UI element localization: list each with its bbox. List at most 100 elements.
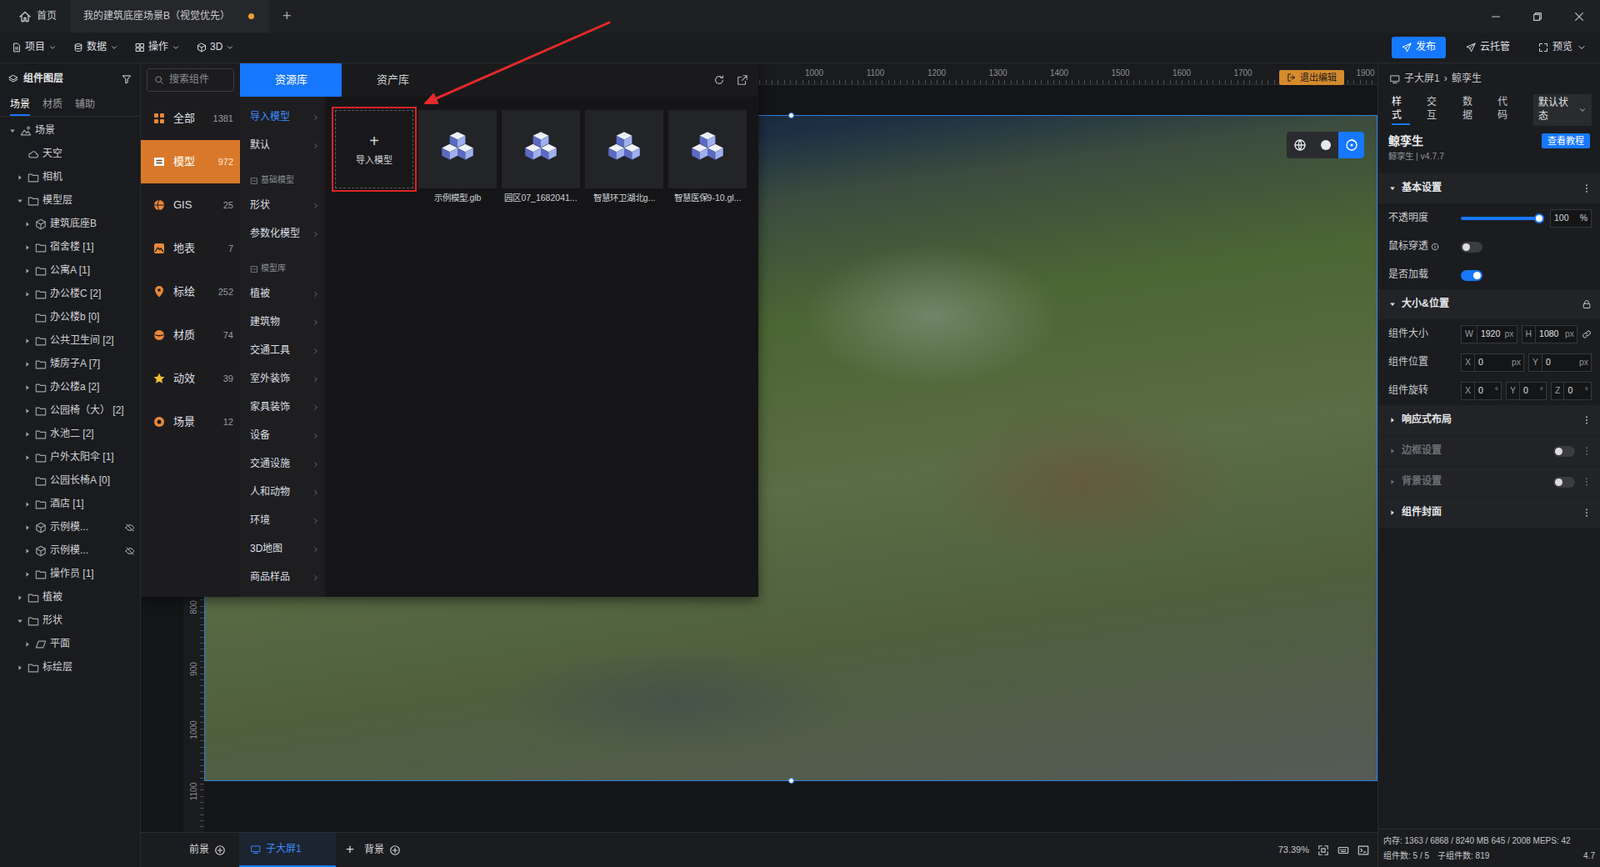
expand-caret-icon[interactable] xyxy=(23,570,32,579)
field-value[interactable]: 1080 xyxy=(1535,328,1565,340)
layers-tab[interactable]: 辅助 xyxy=(75,95,95,116)
expand-caret-icon[interactable] xyxy=(23,640,32,649)
tree-label[interactable]: 场景 xyxy=(35,124,55,138)
subcategory-item[interactable]: 形状 xyxy=(240,191,325,220)
close-icon[interactable] xyxy=(1573,10,1585,23)
subcategory-label[interactable]: 室外装饰 xyxy=(250,372,290,386)
tree-label[interactable]: 矮房子A [7] xyxy=(50,357,100,371)
background-label[interactable]: 背景 xyxy=(364,843,385,857)
add-foreground-icon[interactable] xyxy=(214,844,226,856)
model-thumbnail[interactable] xyxy=(418,110,497,189)
subcategory-label[interactable]: 家具装饰 xyxy=(250,400,290,415)
expand-caret-icon[interactable] xyxy=(15,173,25,182)
collapse-caret-icon[interactable] xyxy=(15,196,25,205)
section-title[interactable]: 边框设置 xyxy=(1401,444,1442,458)
menu-label[interactable]: 数据 xyxy=(86,40,107,55)
keyboard-icon[interactable] xyxy=(1337,844,1350,856)
tree-label[interactable]: 水池二 [2] xyxy=(50,427,95,441)
subcategory-item[interactable]: 商品样品 xyxy=(240,563,325,592)
subcategory-item[interactable]: 设备 xyxy=(240,421,325,450)
state-label[interactable]: 默认状态 xyxy=(1538,96,1575,123)
link-icon[interactable] xyxy=(1581,329,1592,340)
model-card[interactable]: 智慧医保9-10.gl... xyxy=(668,110,747,205)
toolbar-menu[interactable]: 项目 xyxy=(8,40,64,55)
tree-item[interactable]: 植被 xyxy=(0,585,140,610)
tree-label[interactable]: 相机 xyxy=(42,170,63,185)
menu-label[interactable]: 操作 xyxy=(148,40,169,55)
collapse-caret-icon[interactable] xyxy=(15,616,25,625)
screen-label[interactable]: 子大屏1 xyxy=(265,842,302,856)
section-header[interactable]: 背景设置 xyxy=(1378,466,1600,497)
tree-item[interactable]: 相机 xyxy=(0,165,140,190)
tree-label[interactable]: 办公楼a [2] xyxy=(50,380,100,395)
opacity-input[interactable]: 100% xyxy=(1550,209,1592,228)
subcategory-item[interactable]: 交通设施 xyxy=(240,450,325,479)
tree-item[interactable]: 建筑底座B xyxy=(0,212,140,236)
tree-label[interactable]: 操作员 [1] xyxy=(50,567,95,581)
subcategory-label[interactable]: 交通设施 xyxy=(250,457,290,471)
section-toggle[interactable] xyxy=(1553,445,1575,457)
section-header[interactable]: 组件封面 xyxy=(1378,497,1600,528)
menu-label[interactable]: 3D xyxy=(210,40,223,55)
tree-item[interactable]: 宿舍楼 [1] xyxy=(0,235,140,260)
tree-item[interactable]: 水池二 [2] xyxy=(0,422,140,446)
tree-item[interactable]: 操作员 [1] xyxy=(0,562,140,586)
subcategory-label[interactable]: 植被 xyxy=(250,287,270,301)
category-item[interactable]: 动效39 xyxy=(140,356,240,400)
category-label[interactable]: 地表 xyxy=(173,241,195,256)
subcategory-item[interactable]: 家具装饰 xyxy=(240,393,325,422)
subcategory-section[interactable]: 模型库 xyxy=(240,248,325,280)
category-label[interactable]: 模型 xyxy=(173,155,195,170)
tree-item[interactable]: 天空 xyxy=(0,142,140,166)
expand-caret-icon[interactable] xyxy=(15,593,25,602)
expand-caret-icon[interactable] xyxy=(23,336,32,345)
eye-off-icon[interactable] xyxy=(125,545,135,556)
expand-caret-icon[interactable] xyxy=(23,523,32,532)
subcategory-section[interactable]: 基础模型 xyxy=(240,160,325,192)
import-label[interactable]: 导入模型 xyxy=(355,154,393,166)
tree-label[interactable]: 公园椅（大） [2] xyxy=(50,404,125,418)
subcategory-item[interactable]: 植被 xyxy=(240,280,325,309)
model-label[interactable]: 智慧环卫湖北g... xyxy=(585,192,664,205)
tree-label[interactable]: 办公楼C [2] xyxy=(50,287,101,301)
toolbar-action[interactable]: 云托管 xyxy=(1457,37,1519,58)
more-icon[interactable] xyxy=(1581,415,1592,425)
subcategory-label[interactable]: 导入模型 xyxy=(250,110,290,125)
tree-item[interactable]: 标绘层 xyxy=(0,655,140,680)
expand-caret-icon[interactable] xyxy=(23,453,32,462)
tree-item[interactable]: 示例模... xyxy=(0,539,140,563)
exit-edit-label[interactable]: 退出编辑 xyxy=(1300,71,1337,84)
tree-label[interactable]: 示例模... xyxy=(50,544,89,558)
model-card[interactable]: +导入模型 xyxy=(335,110,414,189)
more-icon[interactable] xyxy=(1581,476,1592,487)
fit-screen-icon[interactable] xyxy=(1317,844,1330,856)
collapse-box-icon[interactable] xyxy=(250,176,259,185)
subcategory-label[interactable]: 参数化模型 xyxy=(250,227,300,241)
subcategory-label[interactable]: 设备 xyxy=(250,429,270,443)
model-thumbnail[interactable] xyxy=(501,110,580,189)
console-icon[interactable] xyxy=(1357,844,1370,856)
tree-item[interactable]: 酒店 [1] xyxy=(0,492,140,516)
expand-caret-icon[interactable] xyxy=(1388,508,1397,517)
section-header[interactable]: 边框设置 xyxy=(1378,435,1600,466)
action-label[interactable]: 发布 xyxy=(1415,40,1436,55)
expand-caret-icon[interactable] xyxy=(1388,477,1397,486)
expand-caret-icon[interactable] xyxy=(23,406,32,415)
model-thumbnail[interactable] xyxy=(668,110,747,189)
subcategory-item[interactable]: 3D地图 xyxy=(240,535,325,564)
subcategory-label[interactable]: 默认 xyxy=(250,139,270,153)
filter-button[interactable] xyxy=(121,74,132,85)
field-value[interactable]: 1920 xyxy=(1477,328,1505,340)
subcategory-label[interactable]: 商品样品 xyxy=(250,570,290,585)
toggle-switch[interactable] xyxy=(1460,270,1483,281)
background-layer[interactable]: 背景 xyxy=(364,832,401,867)
tree-label[interactable]: 户外太阳伞 [1] xyxy=(50,450,115,465)
property-tab[interactable]: 代码 xyxy=(1497,95,1516,125)
tree-label[interactable]: 酒店 [1] xyxy=(50,497,85,511)
tab-label[interactable]: 首页 xyxy=(36,10,57,24)
category-label[interactable]: 动效 xyxy=(173,371,195,386)
chevron-down-icon[interactable] xyxy=(1576,42,1587,53)
category-label[interactable]: GIS xyxy=(173,198,192,213)
category-item[interactable]: GIS25 xyxy=(140,183,240,227)
category-label[interactable]: 场景 xyxy=(173,415,195,430)
